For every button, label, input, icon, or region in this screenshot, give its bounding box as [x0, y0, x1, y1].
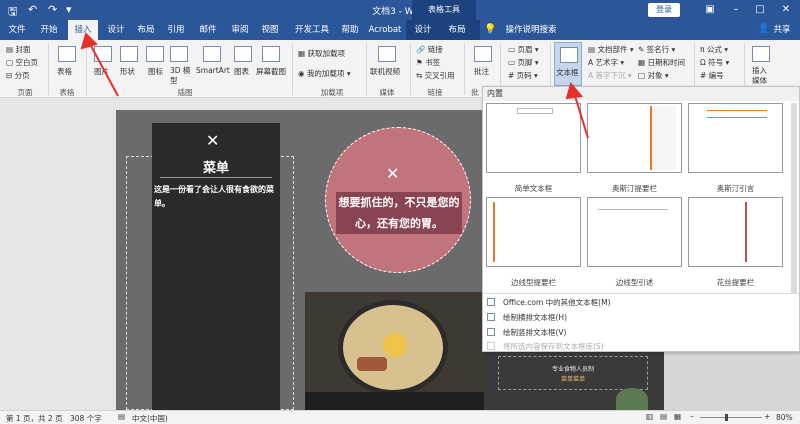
read-mode-icon[interactable]: ▥	[646, 412, 653, 421]
web-layout-icon[interactable]: ▦	[674, 412, 681, 421]
language[interactable]: 中文(中国)	[132, 413, 168, 424]
zoom-slider[interactable]	[700, 417, 762, 418]
status-bar: 第 1 页，共 2 页 308 个字 ▤ 中文(中国) ▥ ▤ ▦ – + 80…	[0, 410, 800, 424]
annotation-arrows	[80, 32, 589, 139]
arrow-head	[80, 32, 98, 50]
word-count[interactable]: 308 个字	[70, 413, 102, 424]
print-layout-icon[interactable]: ▤	[660, 412, 667, 421]
arrow-to-insert-tab	[89, 43, 119, 97]
zoom-out-icon[interactable]: –	[690, 412, 694, 421]
arrow-head	[565, 81, 583, 100]
arrow-to-textbox	[574, 95, 589, 139]
zoom-slider-thumb[interactable]	[725, 414, 728, 421]
zoom-in-icon[interactable]: +	[764, 412, 770, 421]
zoom-level[interactable]: 80%	[776, 413, 793, 422]
page-count[interactable]: 第 1 页，共 2 页	[6, 413, 63, 424]
proofing-icon[interactable]: ▤	[118, 412, 125, 421]
